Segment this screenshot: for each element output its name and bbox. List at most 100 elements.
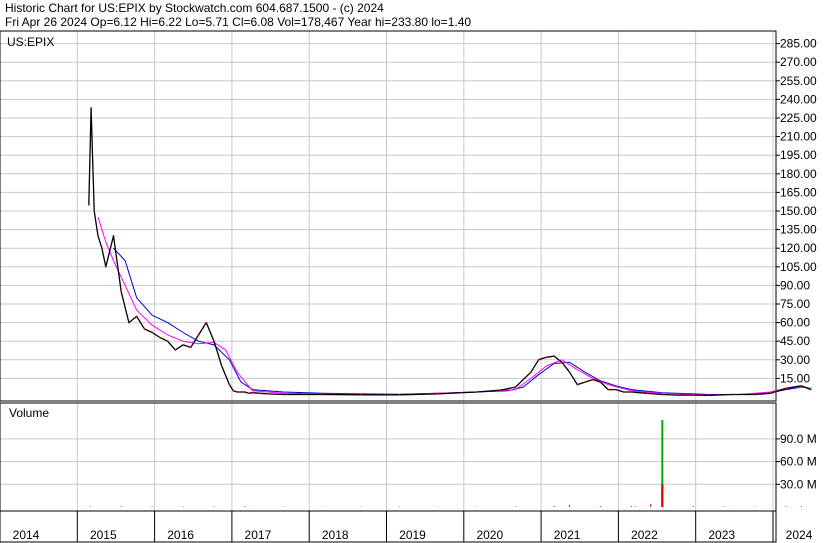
- price-point: [591, 378, 594, 381]
- price-panel-symbol: US:EPIX: [7, 35, 54, 49]
- price-point: [607, 388, 610, 391]
- price-point: [174, 348, 177, 351]
- price-point: [90, 107, 92, 109]
- year-tick-label: 2017: [245, 528, 272, 542]
- price-point: [514, 386, 517, 388]
- volume-axis-ticks: 90.0 M 60.0 M 30.0 M: [776, 432, 817, 491]
- price-series-group: [87, 107, 812, 397]
- price-tick-label: 45.00: [780, 334, 810, 348]
- price-point: [158, 336, 161, 339]
- year-tick-label: 2021: [554, 528, 581, 542]
- year-tick-label: 2020: [476, 528, 503, 542]
- year-tick-label: 2023: [708, 528, 735, 542]
- price-point: [630, 391, 633, 393]
- price-point: [97, 234, 99, 237]
- year-dividers: [76, 31, 774, 542]
- price-point: [676, 394, 679, 397]
- price-point: [599, 381, 602, 384]
- price-point: [437, 393, 440, 395]
- price-point: [499, 389, 501, 392]
- price-point: [143, 327, 146, 330]
- price-point: [769, 392, 772, 395]
- price-point: [213, 340, 215, 343]
- price-point: [576, 383, 579, 386]
- price-point: [475, 391, 478, 393]
- price-point: [232, 389, 235, 392]
- price-point: [247, 392, 250, 395]
- price-point: [128, 321, 130, 324]
- price-point: [100, 247, 103, 250]
- ma-short-series-line: [97, 217, 811, 396]
- price-point: [87, 203, 90, 206]
- price-point: [800, 384, 803, 387]
- price-tick-label: 210.00: [780, 130, 817, 144]
- year-tick-label: 2019: [399, 528, 426, 542]
- year-tick-label: 2014: [13, 528, 40, 542]
- volume-bars: [89, 419, 802, 507]
- price-series-line: [88, 107, 811, 396]
- price-point: [244, 391, 246, 393]
- price-point: [93, 210, 96, 212]
- year-tick-label: 2015: [90, 528, 117, 542]
- price-point: [398, 393, 401, 396]
- price-point: [228, 383, 231, 386]
- price-point: [809, 388, 812, 391]
- price-point: [189, 346, 192, 349]
- price-point: [707, 394, 710, 397]
- price-point: [120, 290, 123, 293]
- price-point: [692, 394, 695, 397]
- price-tick-label: 225.00: [780, 111, 817, 125]
- price-point: [259, 392, 262, 395]
- price-point: [730, 393, 733, 396]
- price-point: [166, 340, 169, 343]
- price-point: [661, 393, 664, 396]
- price-tick-label: 30.00: [780, 353, 810, 367]
- price-tick-label: 195.00: [780, 148, 817, 162]
- year-axis-ticks: 2014 2015 2016 2017 2018 2019 2020 2021 2022 2023…: [13, 528, 813, 542]
- price-point: [568, 371, 571, 374]
- price-point: [197, 334, 200, 336]
- year-tick-label: 2022: [631, 528, 658, 542]
- price-point: [321, 393, 324, 396]
- price-tick-label: 180.00: [780, 167, 817, 181]
- price-point: [584, 381, 586, 384]
- price-tick-label: 270.00: [780, 55, 817, 69]
- year-tick-label: 2024: [786, 528, 813, 542]
- price-point: [645, 392, 648, 395]
- price-point: [553, 355, 555, 357]
- price-point: [205, 321, 208, 324]
- price-tick-label: 120.00: [780, 241, 817, 255]
- price-panel: [0, 30, 777, 402]
- price-tick-label: 90.00: [780, 278, 810, 292]
- price-tick-label: 105.00: [780, 260, 817, 274]
- stock-chart: US:EPIX Volume 285.00270.00255.00240.002…: [0, 30, 817, 543]
- price-tick-label: 135.00: [780, 223, 817, 237]
- price-tick-label: 240.00: [780, 92, 817, 106]
- price-gridlines: [0, 43, 776, 379]
- volume-tick-label: 60.0 M: [780, 455, 817, 469]
- price-tick-label: 165.00: [780, 185, 817, 199]
- price-point: [359, 393, 362, 396]
- volume-panel: [0, 402, 777, 512]
- price-point: [754, 393, 756, 396]
- price-point: [530, 371, 532, 374]
- price-tick-label: 255.00: [780, 74, 817, 88]
- volume-tick-label: 30.0 M: [780, 477, 817, 491]
- price-tick-label: 75.00: [780, 297, 810, 311]
- price-point: [104, 265, 107, 268]
- price-point: [135, 315, 138, 318]
- price-point: [151, 331, 154, 334]
- price-point: [622, 391, 625, 393]
- ma-long-series-line: [113, 247, 811, 395]
- price-point: [545, 356, 548, 359]
- price-tick-label: 60.00: [780, 316, 810, 330]
- price-point: [267, 393, 269, 395]
- price-point: [112, 234, 115, 237]
- price-point: [460, 391, 463, 394]
- year-tick-label: 2016: [167, 528, 194, 542]
- price-tick-label: 150.00: [780, 204, 817, 218]
- volume-panel-label: Volume: [9, 406, 49, 420]
- price-point: [236, 391, 239, 393]
- price-point: [251, 391, 254, 394]
- volume-gridlines: [0, 438, 776, 485]
